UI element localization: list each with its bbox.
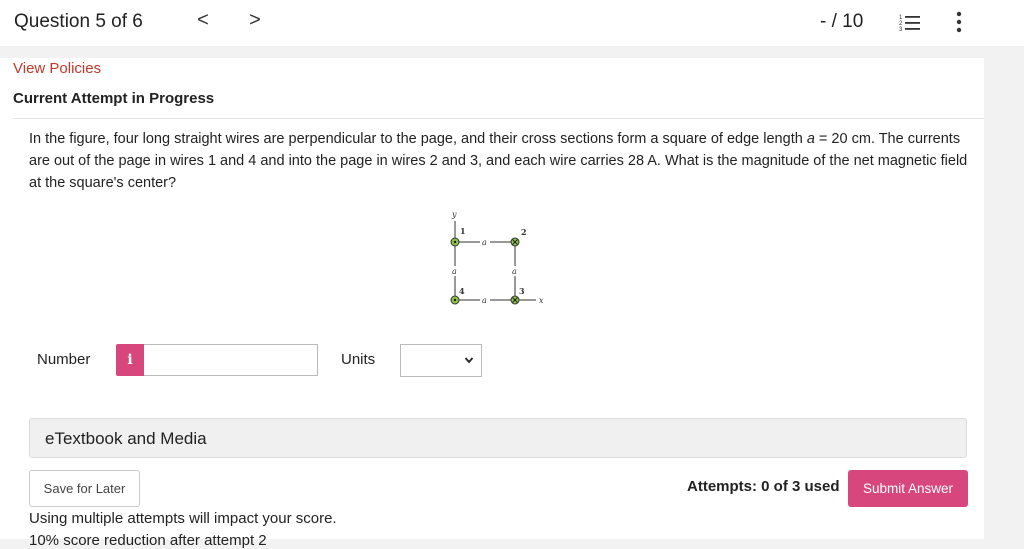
number-input[interactable] [144,344,318,376]
units-select[interactable] [400,344,482,377]
score-display: - / 10 [820,11,864,32]
attempts-note: Using multiple attempts will impact your… [29,510,337,527]
edge-label-left: a [452,267,457,276]
wire-3-into-page [510,295,520,305]
question-variable: a [806,131,815,147]
chevron-down-icon [464,357,474,364]
wire-square-figure: y x a a a a 1 2 3 4 [450,210,544,305]
list-icon[interactable]: 1 2 3 [899,12,921,32]
y-axis-label: y [451,210,457,219]
question-title: Question 5 of 6 [14,11,143,32]
edge-label-bottom: a [482,296,487,305]
wire-1-out-of-page [450,237,460,247]
etextbook-media-label: eTextbook and Media [45,429,207,448]
previous-question-button[interactable]: < [193,9,213,32]
score-reduction-note: 10% score reduction after attempt 2 [29,532,267,549]
wire-4-out-of-page [450,295,460,305]
submit-answer-button[interactable]: Submit Answer [848,470,968,507]
divider [13,118,984,119]
units-label: Units [341,351,376,368]
edge-label-right: a [512,267,517,276]
next-question-button[interactable]: > [245,9,265,32]
view-policies-link[interactable]: View Policies [13,60,101,77]
question-panel: View Policies Current Attempt in Progres… [0,58,984,549]
attempt-status: Current Attempt in Progress [13,90,215,107]
edge-label-top: a [482,238,487,247]
wire-label-1: 1 [460,226,466,236]
svg-text:3: 3 [899,27,903,32]
info-button[interactable]: i [116,344,144,376]
wire-label-4: 4 [459,286,465,296]
kebab-icon[interactable] [954,11,964,33]
etextbook-media-bar[interactable]: eTextbook and Media [29,418,967,458]
wire-2-into-page [510,237,520,247]
question-text-part1: In the figure, four long straight wires … [29,131,807,147]
wire-label-3: 3 [519,286,525,296]
wire-label-2: 2 [521,227,527,237]
question-text: In the figure, four long straight wires … [29,128,969,194]
attempts-counter: Attempts: 0 of 3 used [687,478,840,495]
top-bar: Question 5 of 6 < > - / 10 1 2 3 [0,0,1024,46]
x-axis-label: x [539,296,544,305]
number-label: Number [37,351,91,368]
save-for-later-button[interactable]: Save for Later [29,470,140,507]
